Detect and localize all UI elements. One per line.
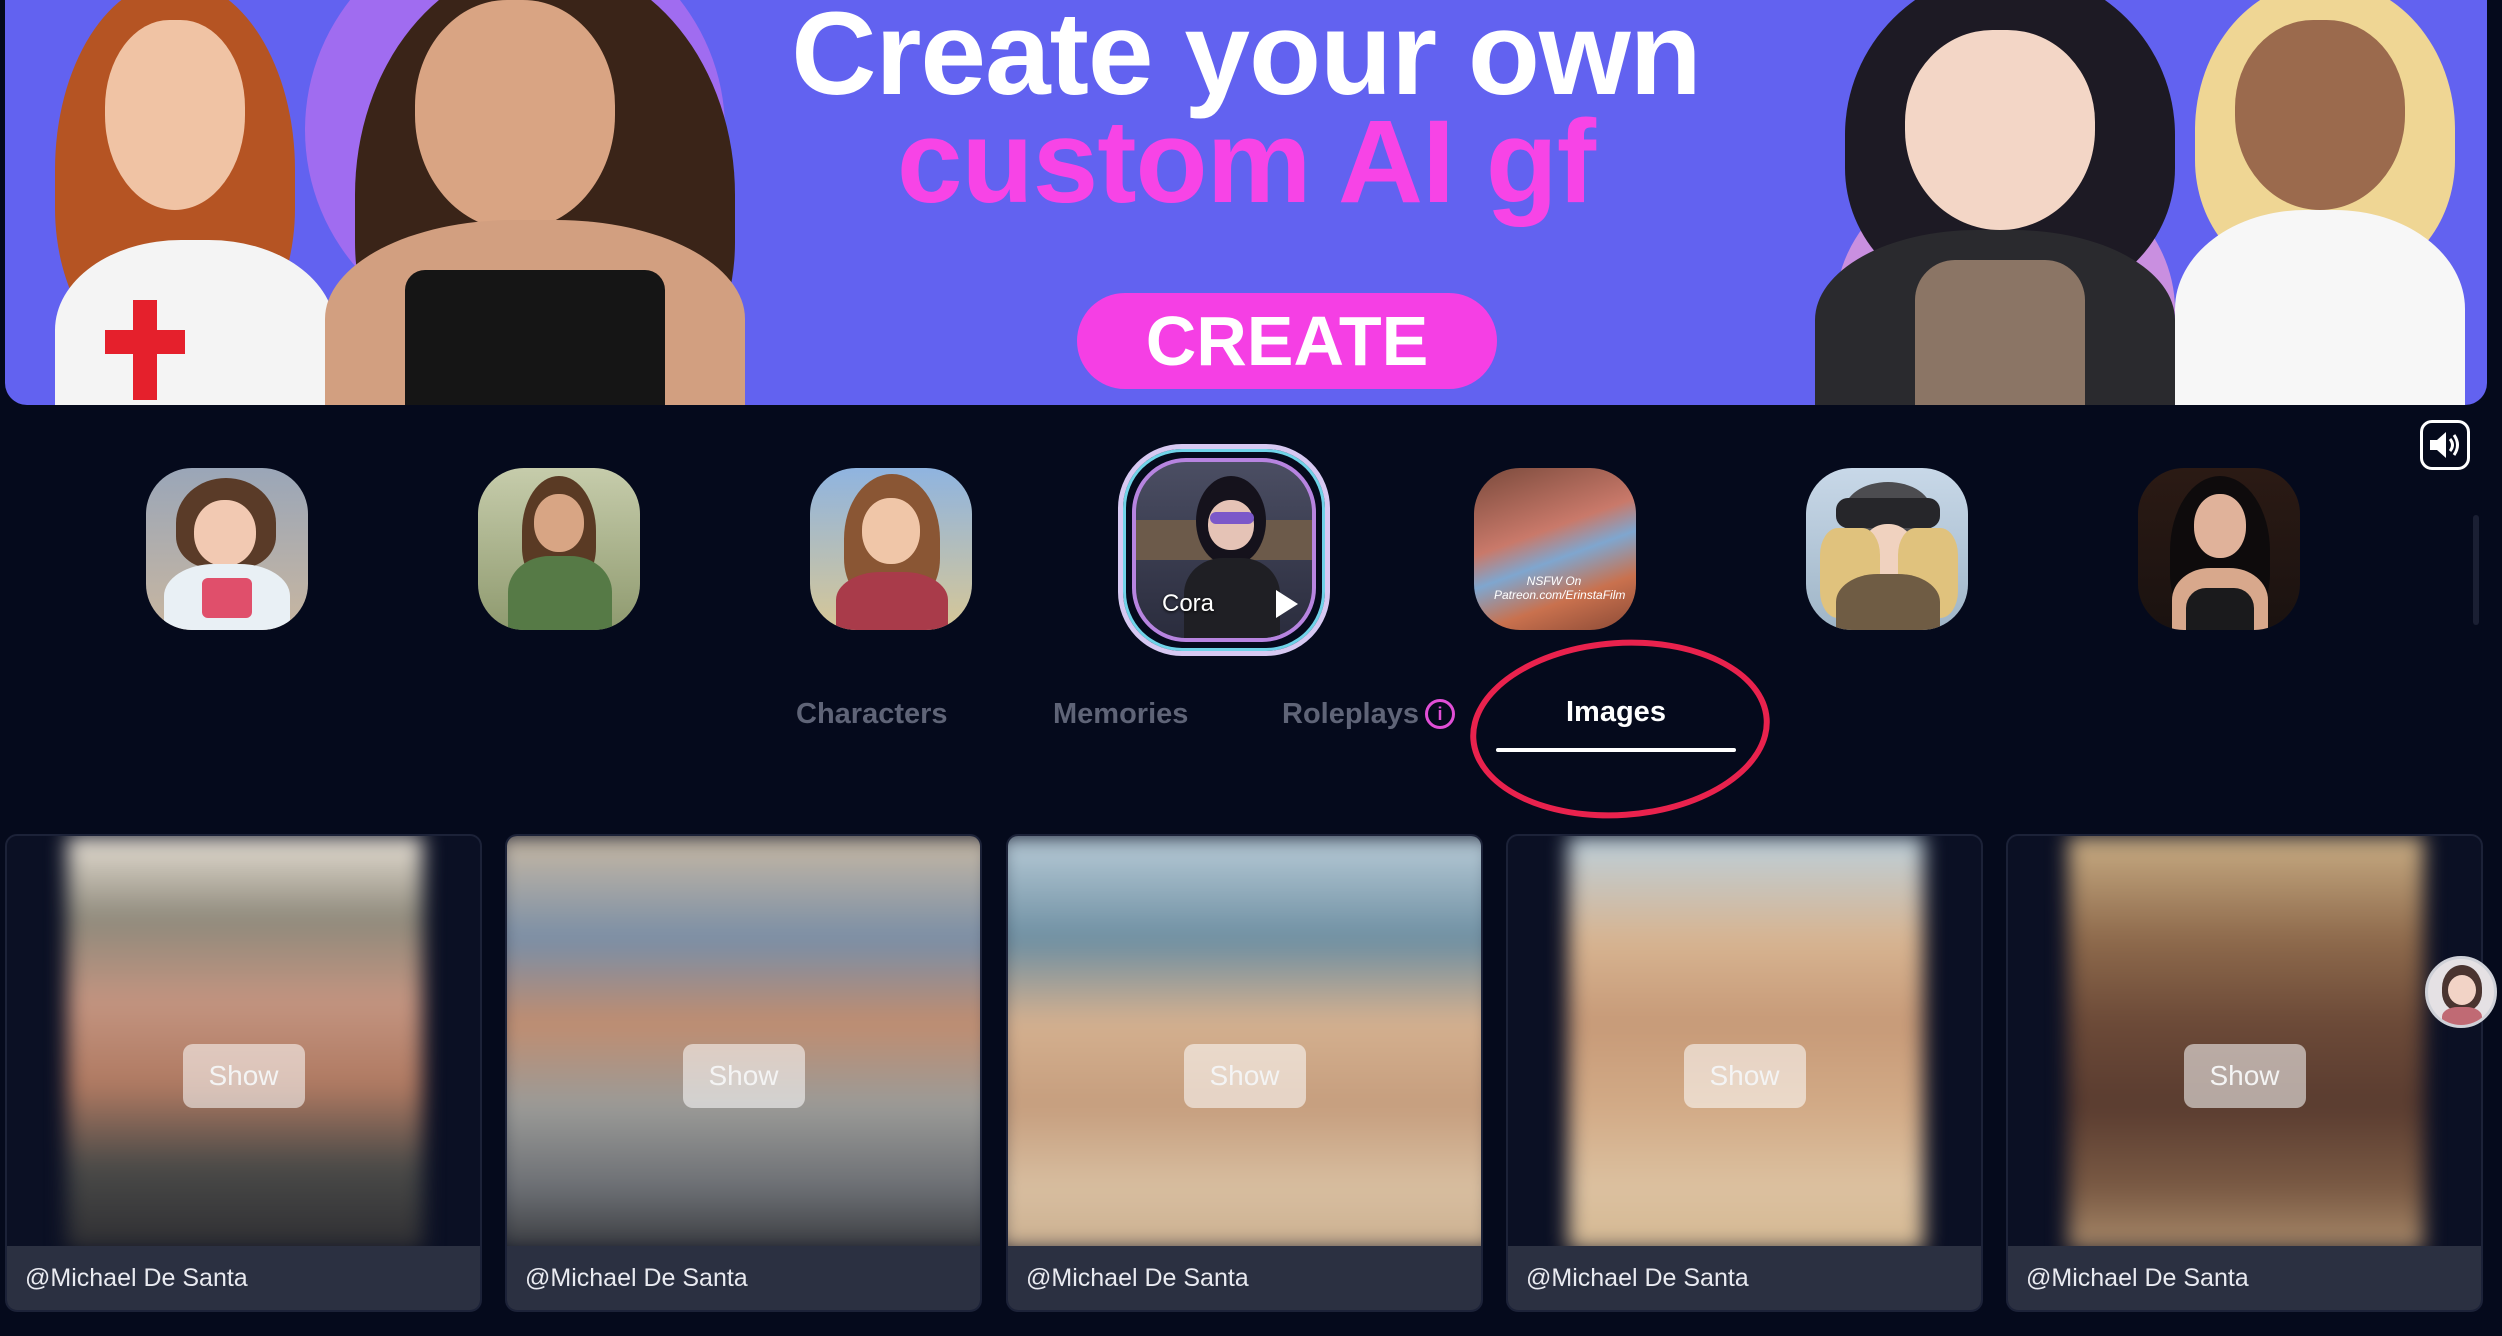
character-avatar-brunette[interactable] (2138, 468, 2300, 630)
image-card[interactable]: Show @Michael De Santa (2006, 834, 2483, 1312)
character-avatar-cora[interactable]: Cora (1132, 458, 1316, 642)
assistant-avatar-button[interactable] (2425, 956, 2497, 1028)
character-avatar-mei[interactable] (146, 468, 308, 630)
show-button[interactable]: Show (682, 1044, 805, 1108)
image-author: @Michael De Santa (2008, 1246, 2481, 1310)
sound-toggle-button[interactable] (2420, 420, 2470, 470)
tab-characters[interactable]: Characters (796, 698, 948, 731)
blurred-image (2068, 836, 2424, 1250)
show-button[interactable]: Show (182, 1044, 305, 1108)
blurred-image (67, 836, 423, 1250)
blurred-image (1008, 836, 1481, 1250)
character-avatar-lara[interactable] (478, 468, 640, 630)
tab-roleplays[interactable]: Roleplays (1282, 698, 1419, 731)
scrollbar[interactable] (2473, 515, 2479, 625)
banner-character-anime-black-hair (1795, 0, 2215, 405)
character-avatar-nsfw-preview[interactable]: NSFW On Patreon.com/ErinstaFilm (1474, 468, 1636, 630)
image-author: @Michael De Santa (1508, 1246, 1981, 1310)
image-author: @Michael De Santa (507, 1246, 980, 1310)
show-button[interactable]: Show (2183, 1044, 2306, 1108)
blurred-image (1568, 836, 1924, 1250)
show-button[interactable]: Show (1683, 1044, 1806, 1108)
promo-banner[interactable]: Create your own custom AI gf CREATE (5, 0, 2487, 405)
volume-icon (2430, 432, 2459, 458)
roleplays-info-icon[interactable]: i (1425, 699, 1455, 729)
image-card[interactable]: Show @Michael De Santa (5, 834, 482, 1312)
banner-character-anime-blonde (2155, 0, 2487, 405)
highlight-annotation (1464, 629, 1776, 829)
image-card[interactable]: Show @Michael De Santa (505, 834, 982, 1312)
tab-memories[interactable]: Memories (1053, 698, 1188, 731)
image-card[interactable]: Show @Michael De Santa (1506, 834, 1983, 1312)
play-icon[interactable] (1276, 590, 1298, 618)
create-button[interactable]: CREATE (1077, 293, 1497, 389)
active-character-name: Cora (1162, 590, 1215, 617)
character-avatar-soldier[interactable] (1806, 468, 1968, 630)
show-button[interactable]: Show (1183, 1044, 1306, 1108)
avatar-caption: NSFW On Patreon.com/ErinstaFilm (1494, 574, 1626, 602)
character-avatar-aerith[interactable] (810, 468, 972, 630)
blurred-image (507, 836, 980, 1250)
image-author: @Michael De Santa (1008, 1246, 1481, 1310)
image-author: @Michael De Santa (7, 1246, 480, 1310)
image-card[interactable]: Show @Michael De Santa (1006, 834, 1483, 1312)
